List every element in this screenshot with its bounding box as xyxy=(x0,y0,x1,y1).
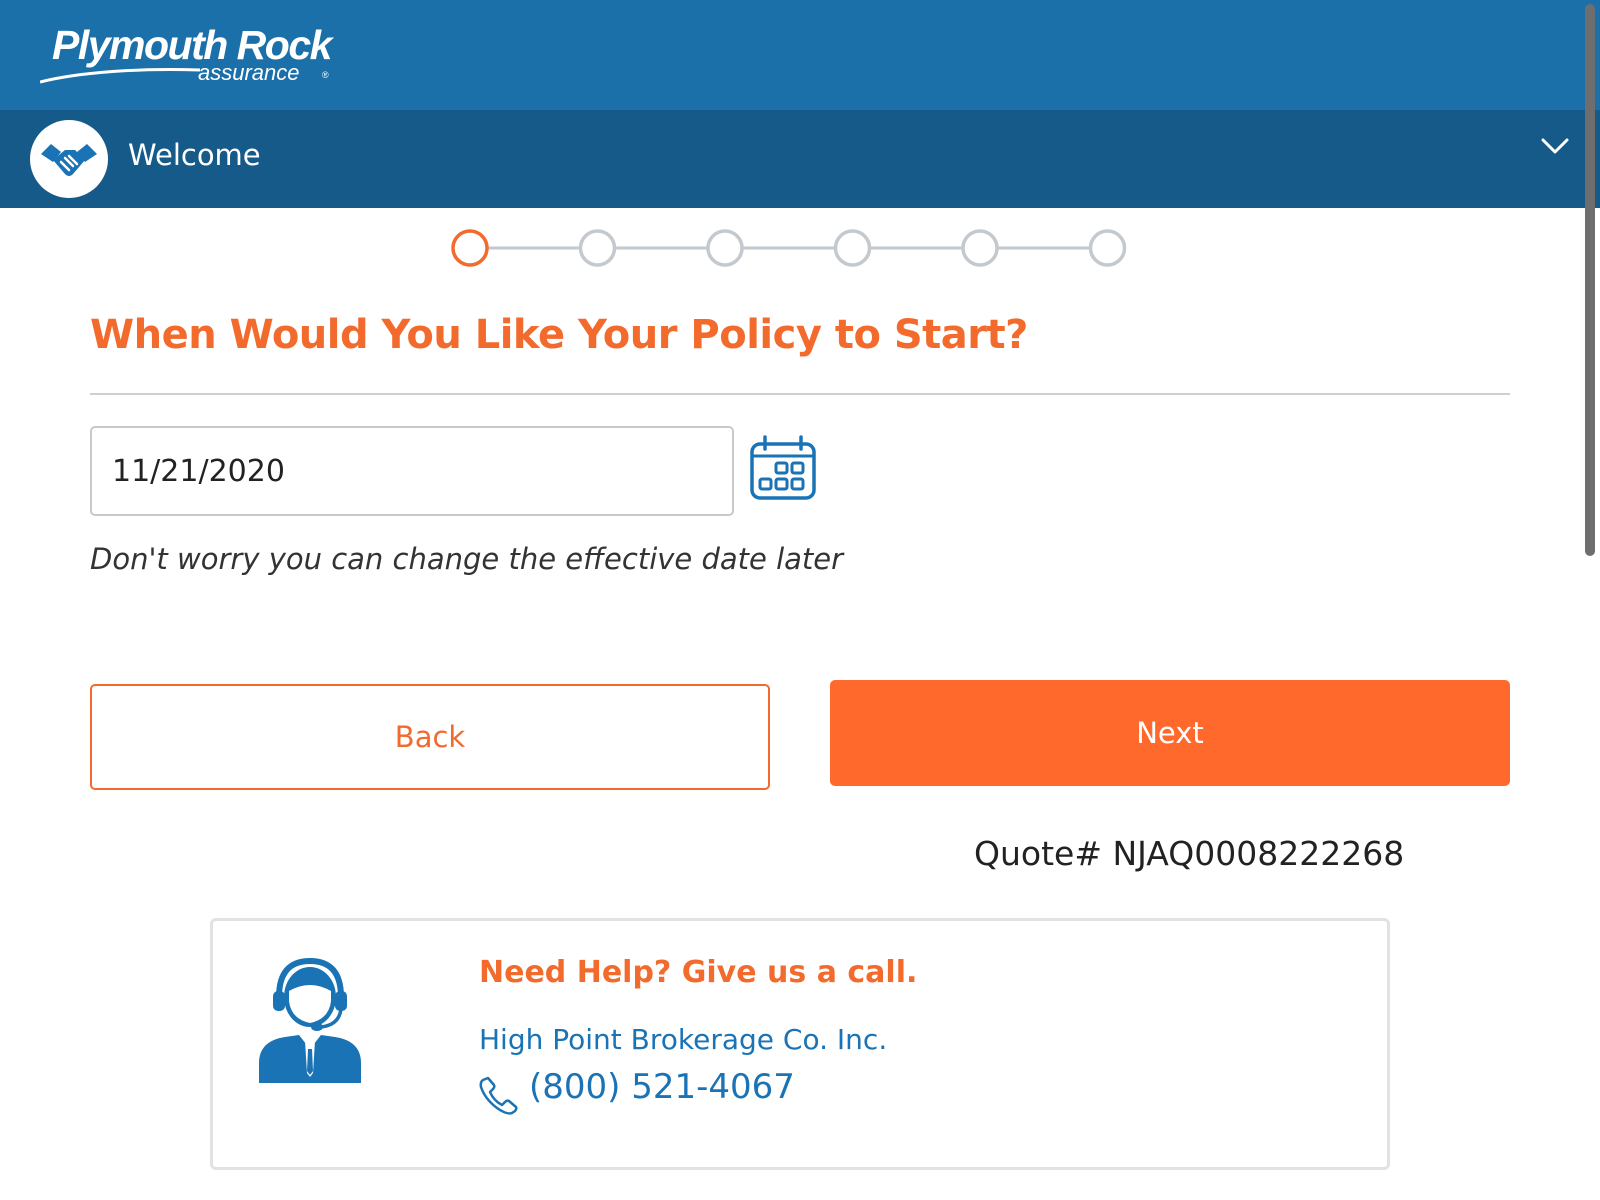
stepper-step-6 xyxy=(1088,229,1127,267)
section-title: Welcome xyxy=(128,138,261,172)
next-button[interactable]: Next xyxy=(830,680,1510,786)
logo-registered-mark: ® xyxy=(322,70,329,80)
scrollbar-thumb[interactable] xyxy=(1585,4,1595,556)
policy-start-date-input[interactable] xyxy=(90,426,734,516)
section-avatar xyxy=(30,120,108,198)
chevron-down-icon[interactable] xyxy=(1540,136,1570,156)
plymouth-rock-logo[interactable]: Plymouth Rock assurance ® xyxy=(40,22,340,92)
heading-divider xyxy=(90,393,1510,395)
section-header-bar[interactable]: Welcome xyxy=(0,110,1600,208)
back-button[interactable]: Back xyxy=(90,684,770,790)
stepper-step-3 xyxy=(706,229,744,267)
logo-swoosh-graphic xyxy=(40,68,200,84)
stepper-step-4 xyxy=(833,229,872,267)
quote-number: Quote# NJAQ0008222268 xyxy=(974,834,1405,873)
progress-stepper xyxy=(451,229,1127,267)
customer-service-agent-icon xyxy=(259,957,361,1083)
calendar-icon[interactable] xyxy=(748,434,818,504)
help-card: Need Help? Give us a call. High Point Br… xyxy=(210,918,1390,1170)
help-title: Need Help? Give us a call. xyxy=(479,955,918,990)
stepper-step-5 xyxy=(961,229,999,267)
phone-icon xyxy=(479,1076,518,1115)
help-organization-link[interactable]: High Point Brokerage Co. Inc. xyxy=(479,1023,887,1056)
stepper-step-2 xyxy=(578,229,617,267)
help-phone-link[interactable]: (800) 521-4067 xyxy=(529,1067,795,1107)
page-scrollbar[interactable] xyxy=(1582,0,1598,560)
page-title: When Would You Like Your Policy to Start… xyxy=(90,312,1028,358)
top-brand-bar: Plymouth Rock assurance ® xyxy=(0,0,1600,110)
logo-brand-sub: assurance xyxy=(198,60,300,85)
handshake-icon xyxy=(41,144,97,176)
stepper-step-1 xyxy=(451,229,489,267)
effective-date-hint: Don't worry you can change the effective… xyxy=(90,542,844,576)
